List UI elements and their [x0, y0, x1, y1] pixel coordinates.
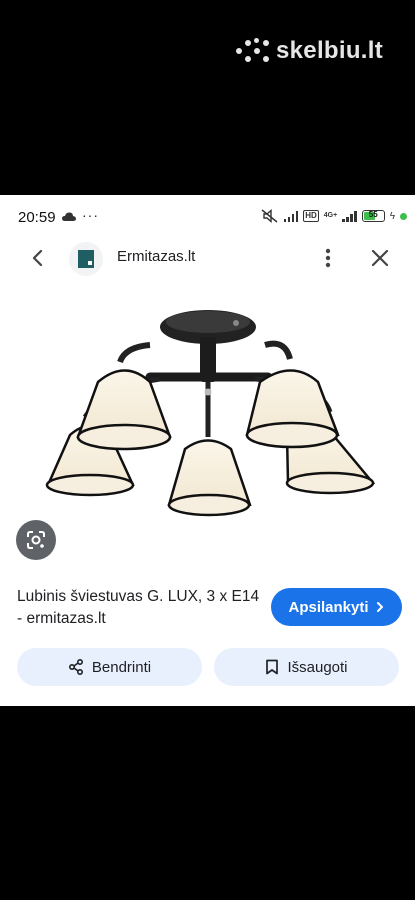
site-favicon[interactable]: [69, 242, 103, 276]
chevron-right-icon: [376, 602, 383, 612]
status-more: ···: [82, 207, 99, 223]
save-button[interactable]: Išsaugoti: [214, 648, 399, 686]
battery-level: 55: [368, 210, 378, 219]
site-name[interactable]: Ermitazas.lt: [117, 248, 195, 265]
close-icon[interactable]: [366, 244, 394, 272]
battery-icon: 55: [361, 210, 385, 222]
status-icons: HD 4G+ 55 ϟ: [261, 209, 407, 223]
status-time: 20:59: [18, 209, 56, 226]
visit-label: Apsilankyti: [288, 598, 369, 616]
save-label: Išsaugoti: [287, 658, 348, 676]
result-title[interactable]: Lubinis šviestuvas G. LUX, 3 x E14 - erm…: [17, 586, 267, 630]
lens-icon: [27, 531, 45, 549]
visit-button[interactable]: Apsilankyti: [271, 588, 402, 626]
cloud-icon: [62, 212, 76, 221]
indicator-dot: [400, 212, 407, 220]
mute-icon: [261, 209, 278, 223]
watermark-text: skelbiu.lt: [276, 37, 384, 64]
signal-icon-2: [342, 210, 357, 222]
signal-icon: [283, 210, 299, 222]
lens-button[interactable]: [16, 520, 56, 560]
status-bar: 20:59 ··· HD 4G+ 55 ϟ: [0, 195, 415, 239]
screen: 20:59 ··· HD 4G+ 55 ϟ Ermitazas.lt Lubin…: [0, 195, 415, 706]
network-type: 4G+: [323, 212, 338, 219]
ermitazas-logo-icon: [78, 250, 94, 268]
product-image[interactable]: [0, 287, 415, 547]
share-label: Bendrinti: [91, 658, 152, 676]
skelbiu-watermark: skelbiu.lt: [236, 36, 383, 66]
kebab-menu-icon[interactable]: [316, 244, 340, 272]
bookmark-icon: [266, 659, 279, 675]
skelbiu-logo-icon: [236, 38, 270, 64]
back-arrow-icon[interactable]: [24, 244, 52, 272]
share-button[interactable]: Bendrinti: [17, 648, 202, 686]
charging-icon: ϟ: [389, 210, 395, 222]
viewer-topbar: Ermitazas.lt: [0, 239, 415, 277]
share-icon: [68, 659, 83, 675]
hd-badge: HD: [303, 210, 319, 222]
